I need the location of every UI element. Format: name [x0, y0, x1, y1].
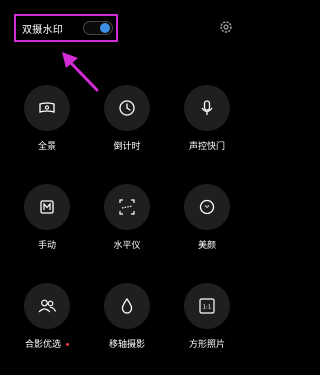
tile-label: 全景: [37, 142, 56, 152]
tile-label: 合影优选: [18, 337, 76, 350]
dual-camera-watermark-row: 双摄水印: [14, 14, 118, 42]
tile-timer[interactable]: 倒计时: [98, 85, 156, 152]
watermark-toggle[interactable]: [83, 21, 113, 35]
watermark-label: 双摄水印: [22, 24, 64, 36]
manual-m-icon: [40, 200, 54, 214]
svg-text:1:1: 1:1: [203, 305, 212, 311]
timer-icon: [119, 100, 135, 116]
panorama-icon: [39, 102, 55, 113]
gear-icon[interactable]: [219, 20, 233, 34]
new-badge: [66, 343, 69, 346]
tile-label: 移轴摄影: [108, 340, 145, 350]
level-icon: [119, 199, 135, 215]
tile-group-photo[interactable]: 合影优选: [18, 283, 76, 350]
tile-level[interactable]: 水平仪: [98, 184, 156, 251]
tile-label-text: 合影优选: [24, 340, 61, 350]
microphone-icon: [201, 100, 213, 115]
tile-manual[interactable]: 手动: [18, 184, 76, 251]
tile-beauty[interactable]: 美颜: [178, 184, 236, 251]
toggle-knob: [100, 23, 110, 33]
tile-label: 倒计时: [113, 142, 141, 152]
tile-label: 美颜: [197, 241, 216, 251]
tile-label: 方形照片: [188, 340, 225, 350]
tile-square-photo[interactable]: 1:1 方形照片: [178, 283, 236, 350]
tile-panorama[interactable]: 全景: [18, 85, 76, 152]
beauty-icon: [199, 199, 215, 215]
tile-label: 声控快门: [188, 142, 225, 152]
group-people-icon: [38, 299, 57, 313]
tile-label: 水平仪: [113, 241, 141, 251]
square-photo-icon: 1:1: [199, 298, 215, 314]
tile-voice-shutter[interactable]: 声控快门: [178, 85, 236, 152]
tile-label: 手动: [37, 241, 56, 251]
tilt-shift-drop-icon: [121, 297, 133, 314]
tile-tilt-shift[interactable]: 移轴摄影: [98, 283, 156, 350]
